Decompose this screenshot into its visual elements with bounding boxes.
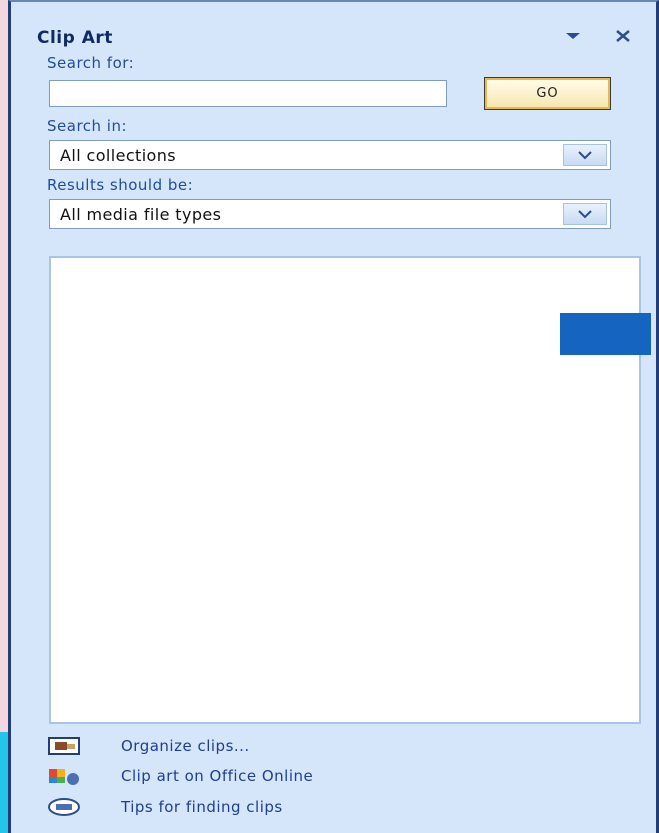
- results-should-be-label: Results should be:: [47, 176, 194, 194]
- pane-title: Clip Art: [37, 28, 113, 48]
- organize-clips-label: Organize clips...: [121, 737, 250, 755]
- chevron-down-icon: [578, 210, 592, 219]
- blue-tab-marker: [560, 313, 651, 355]
- results-area[interactable]: [49, 256, 641, 724]
- dropdown-triangle-icon: [566, 33, 580, 39]
- search-for-label: Search for:: [47, 54, 135, 72]
- organize-clips-icon: [47, 735, 81, 757]
- clip-art-task-pane: Clip Art Search for: GO Search in: All c…: [8, 0, 659, 833]
- chevron-down-icon: [578, 151, 592, 160]
- pane-close-button[interactable]: [611, 24, 635, 46]
- results-type-value: All media file types: [60, 205, 222, 224]
- tips-finding-clips-link[interactable]: Tips for finding clips: [47, 795, 283, 819]
- clip-art-office-online-link[interactable]: Clip art on Office Online: [47, 764, 313, 788]
- go-button[interactable]: GO: [484, 77, 611, 110]
- results-type-select[interactable]: All media file types: [49, 199, 611, 229]
- search-in-dropdown-button[interactable]: [563, 144, 607, 166]
- office-online-icon: [47, 765, 81, 787]
- search-in-select[interactable]: All collections: [49, 140, 611, 170]
- search-in-label: Search in:: [47, 117, 128, 135]
- search-input[interactable]: [49, 80, 447, 107]
- clip-art-office-online-label: Clip art on Office Online: [121, 767, 314, 785]
- search-in-value: All collections: [60, 146, 177, 165]
- pane-title-bar: Clip Art: [11, 14, 656, 54]
- close-icon: [616, 30, 630, 42]
- organize-clips-link[interactable]: Organize clips...: [47, 734, 250, 758]
- results-type-dropdown-button[interactable]: [563, 203, 607, 225]
- tips-icon: [47, 796, 81, 818]
- tips-finding-clips-label: Tips for finding clips: [121, 798, 283, 816]
- pane-options-button[interactable]: [561, 24, 585, 46]
